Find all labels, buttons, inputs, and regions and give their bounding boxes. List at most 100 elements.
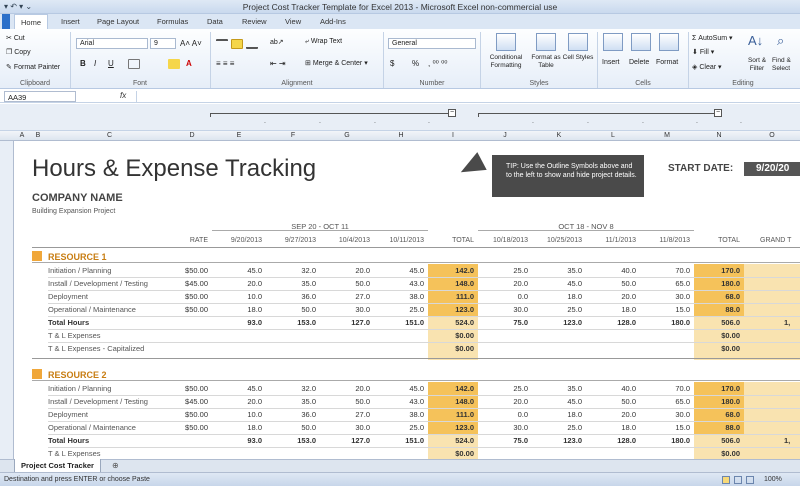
total-hours-cell[interactable]: 123.0	[532, 318, 582, 327]
task-rate[interactable]: $50.00	[172, 410, 208, 419]
period-1-total-cell[interactable]: 111.0	[428, 410, 474, 419]
expenses-label[interactable]: T & L Expenses	[48, 331, 101, 340]
task-rate[interactable]: $50.00	[172, 305, 208, 314]
task-label[interactable]: Operational / Maintenance	[48, 305, 136, 314]
task-rate[interactable]: $50.00	[172, 292, 208, 301]
hours-cell[interactable]: 27.0	[320, 410, 370, 419]
tab-view[interactable]: View	[285, 17, 301, 26]
format-cells-label[interactable]: Format	[656, 59, 678, 66]
grow-shrink-font-buttons[interactable]: A˄ A˅	[180, 39, 202, 48]
total-hours-label[interactable]: Total Hours	[48, 436, 89, 445]
total-hours-cell[interactable]: 128.0	[586, 318, 636, 327]
capitalized-expenses-label[interactable]: T & L Expenses - Capitalized	[48, 344, 144, 353]
hours-cell[interactable]: 70.0	[640, 384, 690, 393]
hours-cell[interactable]: 18.0	[532, 410, 582, 419]
hours-cell[interactable]: 45.0	[374, 266, 424, 275]
period-1-expenses[interactable]: $0.00	[428, 331, 474, 340]
currency-button[interactable]: $	[390, 59, 394, 68]
hours-cell[interactable]: 15.0	[640, 423, 690, 432]
align-bottom-icon[interactable]	[246, 39, 258, 49]
hours-cell[interactable]: 20.0	[212, 397, 262, 406]
hours-cell[interactable]: 18.0	[532, 292, 582, 301]
period-1-total-cell[interactable]: 142.0	[428, 384, 474, 393]
page-break-view-icon[interactable]	[746, 476, 754, 484]
page-layout-view-icon[interactable]	[734, 476, 742, 484]
hours-cell[interactable]: 25.0	[374, 305, 424, 314]
hours-cell[interactable]: 43.0	[374, 279, 424, 288]
hours-cell[interactable]: 36.0	[266, 410, 316, 419]
font-size-box[interactable]: 9	[150, 38, 176, 49]
period-2-total-cell[interactable]: 170.0	[694, 266, 740, 275]
hours-cell[interactable]: 25.0	[532, 423, 582, 432]
total-hours-cell[interactable]: 153.0	[266, 318, 316, 327]
hours-cell[interactable]: 32.0	[266, 384, 316, 393]
start-date-value[interactable]: 9/20/20	[756, 163, 789, 174]
hours-cell[interactable]: 0.0	[478, 292, 528, 301]
zoom-level[interactable]: 100%	[764, 476, 782, 483]
hours-cell[interactable]: 45.0	[532, 397, 582, 406]
normal-view-icon[interactable]	[722, 476, 730, 484]
hours-cell[interactable]: 35.0	[266, 279, 316, 288]
period-1-total-cell[interactable]: 111.0	[428, 292, 474, 301]
grand-total-hours[interactable]: 1,	[784, 436, 790, 445]
period-1-capitalized[interactable]: $0.00	[428, 344, 474, 353]
sort-filter-icon[interactable]: A↓	[748, 33, 763, 48]
hours-cell[interactable]: 40.0	[586, 384, 636, 393]
column-header-d[interactable]: D	[172, 132, 212, 139]
orientation-icon[interactable]: ab↗	[270, 38, 284, 46]
hours-cell[interactable]: 45.0	[212, 266, 262, 275]
hours-cell[interactable]: 50.0	[586, 279, 636, 288]
indent-buttons[interactable]: ⇤ ⇥	[270, 59, 286, 68]
total-hours-label[interactable]: Total Hours	[48, 318, 89, 327]
task-label[interactable]: Initiation / Planning	[48, 384, 111, 393]
fill-button[interactable]: ⬇ Fill ▾	[692, 48, 714, 56]
format-painter-button[interactable]: ✎ Format Painter	[6, 63, 60, 71]
hours-cell[interactable]: 30.0	[640, 292, 690, 301]
percent-button[interactable]: %	[412, 59, 419, 68]
align-middle-icon[interactable]	[231, 39, 243, 49]
hours-cell[interactable]: 36.0	[266, 292, 316, 301]
cell-styles-icon[interactable]	[568, 33, 588, 51]
total-hours-cell[interactable]: 180.0	[640, 436, 690, 445]
total-hours-cell[interactable]: 151.0	[374, 436, 424, 445]
tab-data[interactable]: Data	[207, 17, 223, 26]
column-header-m[interactable]: M	[640, 132, 694, 139]
merge-center-button[interactable]: ⊞ Merge & Center ▾	[305, 59, 368, 67]
hours-cell[interactable]: 50.0	[266, 305, 316, 314]
conditional-formatting-label[interactable]: Conditional Formatting	[484, 54, 528, 70]
find-select-icon[interactable]: ⌕	[777, 33, 784, 49]
hours-cell[interactable]: 15.0	[640, 305, 690, 314]
hours-cell[interactable]: 18.0	[586, 423, 636, 432]
hours-cell[interactable]: 10.0	[212, 292, 262, 301]
column-header-h[interactable]: H	[374, 132, 428, 139]
insert-cells-icon[interactable]	[603, 33, 623, 51]
column-header-n[interactable]: N	[694, 132, 744, 139]
tab-add-ins[interactable]: Add-Ins	[320, 17, 346, 26]
column-header-c[interactable]: C	[47, 132, 172, 139]
hours-cell[interactable]: 50.0	[320, 397, 370, 406]
hours-cell[interactable]: 25.0	[532, 305, 582, 314]
hours-cell[interactable]: 0.0	[478, 410, 528, 419]
conditional-formatting-icon[interactable]	[496, 33, 516, 51]
column-header-o[interactable]: O	[744, 132, 800, 139]
task-rate[interactable]: $45.00	[172, 279, 208, 288]
hours-cell[interactable]: 38.0	[374, 292, 424, 301]
task-rate[interactable]: $50.00	[172, 384, 208, 393]
tab-home[interactable]: Home	[14, 14, 49, 29]
hours-cell[interactable]: 45.0	[212, 384, 262, 393]
period-1-total-hours[interactable]: 524.0	[428, 318, 474, 327]
period-2-total-cell[interactable]: 68.0	[694, 292, 740, 301]
period-2-capitalized[interactable]: $0.00	[694, 344, 740, 353]
hours-cell[interactable]: 20.0	[320, 384, 370, 393]
hours-cell[interactable]: 45.0	[374, 384, 424, 393]
file-tab[interactable]	[2, 14, 10, 29]
hours-cell[interactable]: 20.0	[478, 397, 528, 406]
sheet-tab-project-cost-tracker[interactable]: Project Cost Tracker	[14, 459, 101, 473]
new-sheet-icon[interactable]: ⊕	[112, 461, 119, 470]
tab-page-layout[interactable]: Page Layout	[97, 17, 139, 26]
period-1-total-cell[interactable]: 148.0	[428, 397, 474, 406]
clear-button[interactable]: ◈ Clear ▾	[692, 63, 722, 71]
hours-cell[interactable]: 18.0	[212, 423, 262, 432]
column-header-g[interactable]: G	[320, 132, 374, 139]
copy-button[interactable]: ❐ Copy	[6, 48, 31, 56]
